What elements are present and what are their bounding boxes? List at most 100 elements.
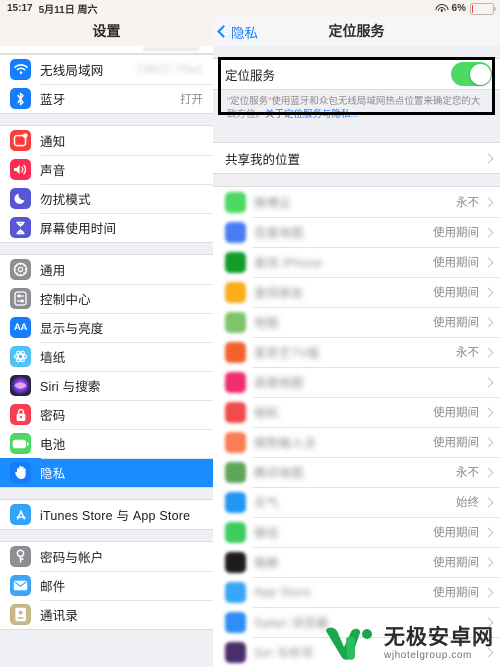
app-permission-row[interactable]: 微信 使用期间 bbox=[213, 517, 500, 547]
notifications-icon bbox=[10, 130, 31, 151]
share-location-card: 共享我的位置 bbox=[213, 142, 500, 174]
sidebar-item-label: 隐私 bbox=[40, 467, 66, 481]
app-icon bbox=[225, 311, 246, 333]
chevron-right-icon bbox=[483, 153, 494, 163]
chevron-right-icon bbox=[483, 467, 494, 477]
app-permission-row[interactable]: 地图 使用期间 bbox=[213, 307, 500, 337]
battery-icon bbox=[10, 433, 31, 454]
location-services-toggle[interactable] bbox=[451, 62, 492, 86]
privacy-link[interactable]: 关于定位服务与隐私... bbox=[265, 109, 358, 120]
chevron-left-icon bbox=[217, 25, 230, 38]
app-icon bbox=[225, 521, 246, 543]
sidebar-item-label: 无线局域网 bbox=[40, 64, 104, 78]
app-name: App Store bbox=[254, 585, 311, 599]
app-permission-row[interactable]: 高德地图 bbox=[213, 367, 500, 397]
app-permission-row[interactable]: 百度地图 使用期间 bbox=[213, 217, 500, 247]
chevron-right-icon bbox=[483, 587, 494, 597]
sidebar-item-label: 声音 bbox=[40, 164, 66, 178]
chevron-right-icon bbox=[483, 497, 494, 507]
sidebar-item-label: Siri 与搜索 bbox=[40, 380, 101, 394]
location-services-pane[interactable]: 定位服务 “定位服务”使用蓝牙和众包无线局域网热点位置来确定您的大致方位。关于定位… bbox=[213, 46, 500, 667]
sidebar-item-label: 密码与帐户 bbox=[40, 551, 104, 565]
gear-icon bbox=[10, 259, 31, 280]
detail-top-gap bbox=[213, 46, 500, 58]
sidebar-item-电池[interactable]: 电池 bbox=[0, 429, 213, 458]
sidebar-item-通知[interactable]: 通知 bbox=[0, 126, 213, 155]
app-permission-value: 使用期间 bbox=[433, 527, 479, 539]
app-permission-row[interactable]: App Store 使用期间 bbox=[213, 577, 500, 607]
location-services-toggle-row[interactable]: 定位服务 bbox=[213, 59, 500, 89]
app-permission-row[interactable]: 天气 始终 bbox=[213, 487, 500, 517]
share-my-location-row[interactable]: 共享我的位置 bbox=[213, 143, 500, 173]
app-name: 微博云 bbox=[254, 195, 292, 210]
sound-icon bbox=[10, 159, 31, 180]
sidebar-group: 通用控制中心 AA 显示与亮度 墙纸 Siri 与搜索密码 电池隐私 bbox=[0, 254, 213, 488]
app-name: 高德地图 bbox=[254, 375, 304, 390]
app-permission-row[interactable]: 腾讯地图 永不 bbox=[213, 457, 500, 487]
watermark: 无极安卓网 wjhotelgroup.com bbox=[322, 625, 494, 663]
sidebar-item-label: 通用 bbox=[40, 264, 66, 278]
detail-gap bbox=[213, 130, 500, 142]
chevron-right-icon bbox=[483, 527, 494, 537]
sidebar-item-通讯录[interactable]: 通讯录 bbox=[0, 600, 213, 629]
app-permissions-card: 微博云 永不 百度地图 使用期间 查找 iPhone 使用期间 查找朋友 使用期间 地图 使用期间… bbox=[213, 186, 500, 667]
sidebar-item-密码与帐户[interactable]: 密码与帐户 bbox=[0, 542, 213, 571]
siri-icon bbox=[10, 375, 31, 396]
battery-percent-label: 6% bbox=[451, 3, 466, 14]
sidebar-item-siri-与搜索[interactable]: Siri 与搜索 bbox=[0, 371, 213, 400]
sidebar-item-勿扰模式[interactable]: 勿扰模式 bbox=[0, 184, 213, 213]
app-icon bbox=[225, 251, 246, 273]
app-permission-value: 使用期间 bbox=[433, 287, 479, 299]
sidebar-item-隐私[interactable]: 隐私 bbox=[0, 458, 213, 487]
app-icon bbox=[225, 641, 246, 663]
status-bar-right: 6% bbox=[435, 2, 500, 15]
watermark-url: wjhotelgroup.com bbox=[384, 650, 472, 661]
app-name: 天气 bbox=[254, 495, 279, 510]
app-permission-row[interactable]: 查找朋友 使用期间 bbox=[213, 277, 500, 307]
sidebar-item-无线局域网[interactable]: 无线局域网 CMCC-7Nu1 bbox=[0, 55, 213, 84]
app-permission-value: 永不 bbox=[456, 197, 479, 209]
app-name: 查找朋友 bbox=[254, 285, 304, 300]
sidebar-item-密码[interactable]: 密码 bbox=[0, 400, 213, 429]
sidebar-item-邮件[interactable]: 邮件 bbox=[0, 571, 213, 600]
sidebar-item-itunes-store-与-app-store[interactable]: iTunes Store 与 App Store bbox=[0, 500, 213, 529]
chevron-right-icon bbox=[483, 557, 494, 567]
sidebar-item-屏幕使用时间[interactable]: 屏幕使用时间 bbox=[0, 213, 213, 242]
app-icon bbox=[225, 461, 246, 483]
app-name: 搜狗输入法 bbox=[254, 435, 317, 450]
lock-icon bbox=[10, 404, 31, 425]
app-permission-value: 使用期间 bbox=[433, 407, 479, 419]
sidebar-item-label: 通知 bbox=[40, 135, 66, 149]
back-button[interactable]: 隐私 bbox=[217, 19, 258, 44]
sidebar-item-value: CMCC-7Nu1 bbox=[137, 63, 203, 76]
sidebar-title: 设置 bbox=[92, 23, 121, 39]
sidebar-item-墙纸[interactable]: 墙纸 bbox=[0, 342, 213, 371]
sidebar-item-通用[interactable]: 通用 bbox=[0, 255, 213, 284]
location-services-card: 定位服务 bbox=[213, 58, 500, 90]
app-permission-row[interactable]: 搜狗输入法 使用期间 bbox=[213, 427, 500, 457]
status-time: 15:17 bbox=[7, 3, 33, 14]
sidebar-item-蓝牙[interactable]: 蓝牙 打开 bbox=[0, 84, 213, 113]
hourglass-icon bbox=[10, 217, 31, 238]
sidebar-scroll-partial-row bbox=[0, 46, 213, 54]
mail-icon bbox=[10, 575, 31, 596]
app-permission-row[interactable]: 爱奇艺TV版 永不 bbox=[213, 337, 500, 367]
app-permission-row[interactable]: 微博云 永不 bbox=[213, 187, 500, 217]
sidebar-group: iTunes Store 与 App Store bbox=[0, 499, 213, 530]
sidebar-item-label: 蓝牙 bbox=[40, 93, 66, 107]
sidebar-item-声音[interactable]: 声音 bbox=[0, 155, 213, 184]
sidebar-item-显示与亮度[interactable]: AA 显示与亮度 bbox=[0, 313, 213, 342]
app-permission-row[interactable]: 查找 iPhone 使用期间 bbox=[213, 247, 500, 277]
app-icon bbox=[225, 281, 246, 303]
sidebar-item-label: 控制中心 bbox=[40, 293, 91, 307]
app-name: 爱奇艺TV版 bbox=[254, 345, 320, 360]
settings-sidebar[interactable]: 无线局域网 CMCC-7Nu1 蓝牙 打开通知声音勿扰模式屏幕使用时间通用控制中心 AA… bbox=[0, 46, 214, 667]
battery-icon bbox=[470, 2, 496, 15]
app-permission-row[interactable]: 相册 使用期间 bbox=[213, 547, 500, 577]
sidebar-item-label: 勿扰模式 bbox=[40, 193, 91, 207]
app-permission-row[interactable]: 相机 使用期间 bbox=[213, 397, 500, 427]
sidebar-item-控制中心[interactable]: 控制中心 bbox=[0, 284, 213, 313]
hand-icon bbox=[10, 462, 31, 483]
app-permission-value: 始终 bbox=[456, 497, 479, 509]
app-name: 微信 bbox=[254, 525, 279, 540]
